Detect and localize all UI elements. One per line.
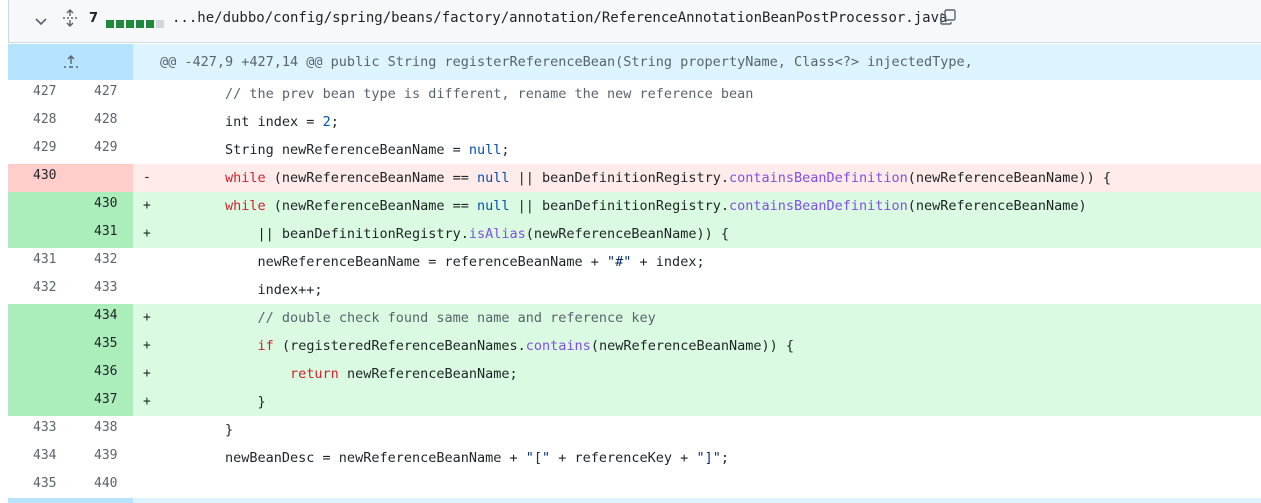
code-line: return newReferenceBeanName; <box>290 366 518 382</box>
code-line: // the prev bean type is different, rena… <box>225 86 754 102</box>
old-line-number[interactable]: 434 <box>8 444 70 472</box>
added-line: 431 + || beanDefinitionRegistry.isAlias(n… <box>8 220 1261 248</box>
code-line: } <box>160 422 234 438</box>
added-line: 436 + return newReferenceBeanName; <box>8 360 1261 388</box>
code-line: int index = 2; <box>160 114 339 130</box>
code-line: // double check found same name and refe… <box>257 310 656 326</box>
expand-down-bar[interactable] <box>8 498 1261 503</box>
diff-marker: + <box>143 198 151 213</box>
hunk-header-text: @@ -427,9 +427,14 @@ public String regis… <box>160 54 973 70</box>
diff-marker: - <box>143 170 151 185</box>
new-line-number[interactable] <box>70 164 133 192</box>
old-line-number[interactable]: 433 <box>8 416 70 444</box>
new-line-number[interactable]: 435 <box>70 332 133 360</box>
diffstat <box>106 13 166 32</box>
old-line-number[interactable] <box>8 220 70 248</box>
old-line-number[interactable] <box>8 388 70 416</box>
context-line: 431 432 newReferenceBeanName = referenceB… <box>8 248 1261 276</box>
diff-marker: + <box>143 226 151 241</box>
hunk-header: @@ -427,9 +427,14 @@ public String regis… <box>8 44 1261 80</box>
removed-line: 430 - while (newReferenceBeanName == null… <box>8 164 1261 192</box>
diffstat-block <box>116 20 124 28</box>
diffstat-block <box>146 20 154 28</box>
code-line: while (newReferenceBeanName == null || b… <box>225 198 1087 214</box>
diff-marker: + <box>143 366 151 381</box>
old-line-number[interactable]: 431 <box>8 248 70 276</box>
diff-marker: + <box>143 338 151 353</box>
diffstat-block <box>126 20 134 28</box>
chevron-down-icon[interactable] <box>33 13 49 29</box>
new-line-number[interactable]: 428 <box>70 108 133 136</box>
code-line: newReferenceBeanName = referenceBeanName… <box>160 254 705 270</box>
new-line-number[interactable]: 431 <box>70 220 133 248</box>
new-line-number[interactable]: 432 <box>70 248 133 276</box>
old-line-number[interactable]: 429 <box>8 136 70 164</box>
expand-down-gutter[interactable] <box>8 498 133 503</box>
diff-lines: 427 427 // the prev bean type is differen… <box>8 80 1261 500</box>
context-line: 432 433 index++; <box>8 276 1261 304</box>
old-line-number[interactable]: 432 <box>8 276 70 304</box>
diffstat-block <box>106 20 114 28</box>
new-line-number[interactable]: 439 <box>70 444 133 472</box>
added-line: 430 + while (newReferenceBeanName == null… <box>8 192 1261 220</box>
old-line-number[interactable]: 430 <box>8 164 70 192</box>
new-line-number[interactable]: 430 <box>70 192 133 220</box>
code-line: while (newReferenceBeanName == null || b… <box>225 170 1111 186</box>
diffstat-block <box>136 20 144 28</box>
new-line-number[interactable]: 437 <box>70 388 133 416</box>
expand-all-icon[interactable] <box>61 9 79 27</box>
code-line: String newReferenceBeanName = null; <box>160 142 510 158</box>
old-line-number[interactable] <box>8 192 70 220</box>
expand-up-icon[interactable] <box>62 54 80 70</box>
hunk-gutter <box>8 44 133 80</box>
diff-view: 7 ...he/dubbo/config/spring/beans/factor… <box>0 0 1261 503</box>
added-line: 435 + if (registeredReferenceBeanNames.co… <box>8 332 1261 360</box>
added-line: 437 + } <box>8 388 1261 416</box>
copy-icon[interactable] <box>939 8 957 26</box>
new-line-number[interactable]: 436 <box>70 360 133 388</box>
new-line-number[interactable]: 440 <box>70 472 133 500</box>
code-line: newBeanDesc = newReferenceBeanName + "["… <box>160 450 729 466</box>
old-line-number[interactable] <box>8 304 70 332</box>
code-line: if (registeredReferenceBeanNames.contain… <box>257 338 795 354</box>
diff-marker: + <box>143 310 151 325</box>
context-line: 435 440 <box>8 472 1261 500</box>
old-line-number[interactable]: 428 <box>8 108 70 136</box>
old-line-number[interactable] <box>8 332 70 360</box>
new-line-number[interactable]: 433 <box>70 276 133 304</box>
file-header: 7 ...he/dubbo/config/spring/beans/factor… <box>8 0 1261 43</box>
context-line: 428 428 int index = 2; <box>8 108 1261 136</box>
context-line: 429 429 String newReferenceBeanName = nul… <box>8 136 1261 164</box>
context-line: 434 439 newBeanDesc = newReferenceBeanNam… <box>8 444 1261 472</box>
old-line-number[interactable] <box>8 360 70 388</box>
new-line-number[interactable]: 434 <box>70 304 133 332</box>
old-line-number[interactable]: 435 <box>8 472 70 500</box>
new-line-number[interactable]: 429 <box>70 136 133 164</box>
file-path[interactable]: ...he/dubbo/config/spring/beans/factory/… <box>172 10 947 26</box>
new-line-number[interactable]: 438 <box>70 416 133 444</box>
context-line: 433 438 } <box>8 416 1261 444</box>
new-line-number[interactable]: 427 <box>70 80 133 108</box>
code-line: } <box>160 394 266 410</box>
code-line: index++; <box>160 282 323 298</box>
context-line: 427 427 // the prev bean type is differen… <box>8 80 1261 108</box>
old-line-number[interactable]: 427 <box>8 80 70 108</box>
diff-marker: + <box>143 394 151 409</box>
changes-count: 7 <box>89 11 99 26</box>
code-line: || beanDefinitionRegistry.isAlias(newRef… <box>160 226 729 242</box>
diffstat-block <box>156 20 164 28</box>
added-line: 434 + // double check found same name and… <box>8 304 1261 332</box>
